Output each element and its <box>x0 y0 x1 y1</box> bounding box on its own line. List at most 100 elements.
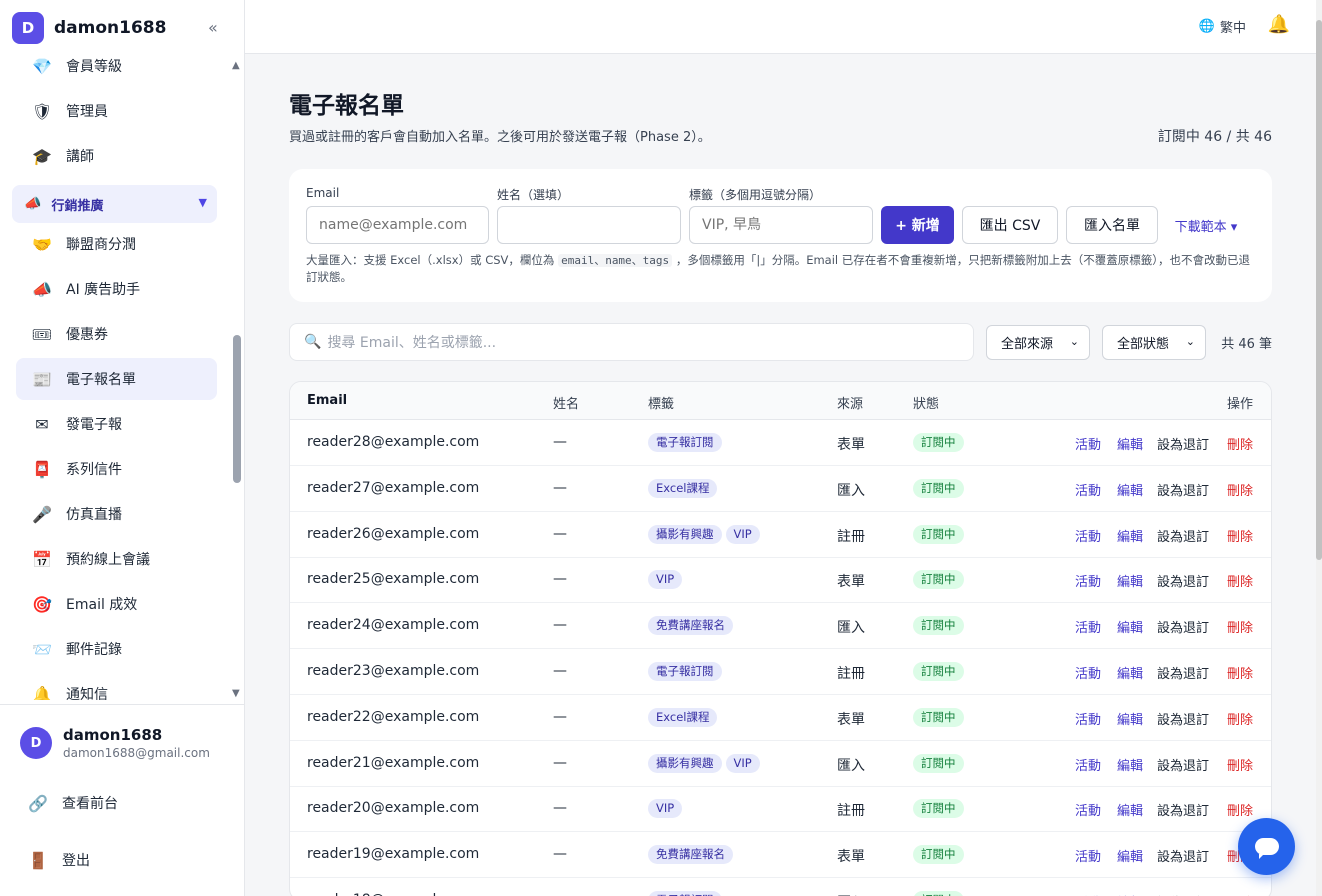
edit-button[interactable]: 編輯 <box>1117 892 1143 896</box>
unsubscribe-button[interactable]: 設為退訂 <box>1157 709 1209 728</box>
delete-button[interactable]: 刪除 <box>1227 800 1253 819</box>
sidebar-item-series-mail[interactable]: 📮 系列信件 <box>16 448 217 490</box>
delete-button[interactable]: 刪除 <box>1227 892 1253 896</box>
avatar[interactable]: D <box>20 727 52 759</box>
scroll-down-icon[interactable]: ▼ <box>232 688 240 699</box>
import-help-text: 大量匯入：支援 Excel（.xlsx）或 CSV，欄位為 email、name… <box>306 252 1251 285</box>
edit-button[interactable]: 編輯 <box>1117 755 1143 774</box>
activity-button[interactable]: 活動 <box>1075 434 1101 453</box>
calendar-icon: 📅 <box>32 549 52 569</box>
sidebar-item-affiliate[interactable]: 🤝 聯盟商分潤 <box>16 223 217 265</box>
sidebar-item-label: 郵件記錄 <box>66 642 122 658</box>
status-filter-select[interactable]: 全部狀態 ⌄ <box>1102 325 1206 360</box>
page-scroll-thumb[interactable] <box>1316 20 1322 560</box>
email-field[interactable] <box>306 206 489 244</box>
unsubscribe-button[interactable]: 設為退訂 <box>1157 846 1209 865</box>
unsubscribe-button[interactable]: 設為退訂 <box>1157 755 1209 774</box>
search-input[interactable]: 🔍 搜尋 Email、姓名或標籤... <box>289 323 974 361</box>
microphone-icon: 🎤 <box>32 504 52 524</box>
unsubscribe-button[interactable]: 設為退訂 <box>1157 617 1209 636</box>
activity-button[interactable]: 活動 <box>1075 755 1101 774</box>
row-status: 訂閱中 <box>913 845 964 865</box>
collapse-sidebar-button[interactable]: « <box>208 18 218 37</box>
edit-button[interactable]: 編輯 <box>1117 526 1143 545</box>
unsubscribe-button[interactable]: 設為退訂 <box>1157 526 1209 545</box>
delete-button[interactable]: 刪除 <box>1227 571 1253 590</box>
unsubscribe-button[interactable]: 設為退訂 <box>1157 892 1209 896</box>
sidebar-item-email-performance[interactable]: 🎯 Email 成效 <box>16 583 217 625</box>
activity-button[interactable]: 活動 <box>1075 846 1101 865</box>
sidebar-item-member-levels[interactable]: 💎 會員等級 <box>16 50 217 87</box>
delete-button[interactable]: 刪除 <box>1227 663 1253 682</box>
sidebar-item-mail-log[interactable]: 📨 郵件記錄 <box>16 628 217 670</box>
unsubscribe-button[interactable]: 設為退訂 <box>1157 480 1209 499</box>
unsubscribe-button[interactable]: 設為退訂 <box>1157 434 1209 453</box>
edit-button[interactable]: 編輯 <box>1117 800 1143 819</box>
chat-button[interactable] <box>1238 818 1295 875</box>
sidebar-item-ai-ads[interactable]: 📣 AI 廣告助手 <box>16 268 217 310</box>
language-switcher[interactable]: 🌐 繁中 <box>1199 17 1246 36</box>
delete-button[interactable]: 刪除 <box>1227 755 1253 774</box>
delete-button[interactable]: 刪除 <box>1227 434 1253 453</box>
view-frontend-link[interactable]: 🔗 查看前台 <box>28 793 118 813</box>
scroll-up-icon[interactable]: ▲ <box>232 60 240 71</box>
sidebar-item-meetings[interactable]: 📅 預約線上會議 <box>16 538 217 580</box>
activity-button[interactable]: 活動 <box>1075 800 1101 819</box>
megaphone-icon: 📣 <box>32 279 52 299</box>
globe-icon: 🌐 <box>1198 19 1215 34</box>
activity-button[interactable]: 活動 <box>1075 663 1101 682</box>
edit-button[interactable]: 編輯 <box>1117 617 1143 636</box>
tags-field[interactable] <box>689 206 873 244</box>
unsubscribe-button[interactable]: 設為退訂 <box>1157 663 1209 682</box>
unsubscribe-button[interactable]: 設為退訂 <box>1157 800 1209 819</box>
delete-button[interactable]: 刪除 <box>1227 709 1253 728</box>
tag-badge: VIP <box>725 524 760 544</box>
delete-button[interactable]: 刪除 <box>1227 617 1253 636</box>
brand[interactable]: D damon1688 <box>12 12 166 44</box>
table-row: reader27@example.com — Excel課程 匯入 訂閱中 活動… <box>290 466 1271 512</box>
add-subscriber-form: Email 姓名（選填） 標籤（多個用逗號分隔） + 新增 匯出 CSV 匯入名… <box>289 169 1272 302</box>
activity-button[interactable]: 活動 <box>1075 480 1101 499</box>
activity-button[interactable]: 活動 <box>1075 571 1101 590</box>
activity-button[interactable]: 活動 <box>1075 617 1101 636</box>
sidebar-item-simulated-live[interactable]: 🎤 仿真直播 <box>16 493 217 535</box>
edit-button[interactable]: 編輯 <box>1117 709 1143 728</box>
logout-link[interactable]: 🚪 登出 <box>28 850 90 870</box>
sidebar-item-admins[interactable]: 🛡 管理員 <box>16 90 217 132</box>
source-filter-select[interactable]: 全部來源 ⌄ <box>986 325 1090 360</box>
sidebar-group-marketing[interactable]: 📣 行銷推廣 ▼ <box>12 185 217 223</box>
activity-button[interactable]: 活動 <box>1075 709 1101 728</box>
activity-button[interactable]: 活動 <box>1075 526 1101 545</box>
download-template-button[interactable]: 下載範本 ▾ <box>1166 206 1246 244</box>
tag-badge: VIP <box>725 753 760 773</box>
delete-button[interactable]: 刪除 <box>1227 526 1253 545</box>
add-button[interactable]: + 新增 <box>881 206 954 244</box>
sidebar-item-notification-mail[interactable]: 🔔 通知信 <box>16 673 217 701</box>
row-tags: 電子報訂閱 <box>648 662 726 681</box>
import-list-button[interactable]: 匯入名單 <box>1066 206 1158 244</box>
edit-button[interactable]: 編輯 <box>1117 663 1143 682</box>
diamond-icon: 💎 <box>32 56 52 76</box>
notification-bell-icon[interactable]: 🔔 <box>1268 14 1290 35</box>
unsubscribe-button[interactable]: 設為退訂 <box>1157 571 1209 590</box>
activity-button[interactable]: 活動 <box>1075 892 1101 896</box>
sidebar-item-instructors[interactable]: 🎓 講師 <box>16 135 217 177</box>
row-source: 註冊 <box>837 666 865 682</box>
sidebar-scroll-thumb[interactable] <box>233 335 241 483</box>
page-scrollbar[interactable] <box>1316 0 1322 896</box>
delete-button[interactable]: 刪除 <box>1227 480 1253 499</box>
name-field[interactable] <box>497 206 681 244</box>
status-badge: 訂閱中 <box>913 524 964 544</box>
sidebar-item-coupons[interactable]: 🎟 優惠券 <box>16 313 217 355</box>
edit-button[interactable]: 編輯 <box>1117 846 1143 865</box>
sidebar-scrollbar[interactable]: ▲ ▼ <box>232 60 242 700</box>
sidebar: D damon1688 « 💎 會員等級 🛡 管理員 🎓 講師 📣 行銷推廣 ▼… <box>0 0 245 896</box>
export-csv-button[interactable]: 匯出 CSV <box>962 206 1058 244</box>
edit-button[interactable]: 編輯 <box>1117 571 1143 590</box>
sidebar-item-send-newsletter[interactable]: ✉ 發電子報 <box>16 403 217 445</box>
shield-icon: 🛡 <box>31 101 53 121</box>
sidebar-item-newsletter-list[interactable]: 📰 電子報名單 <box>16 358 217 400</box>
edit-button[interactable]: 編輯 <box>1117 434 1143 453</box>
edit-button[interactable]: 編輯 <box>1117 480 1143 499</box>
user-email: damon1688@gmail.com <box>63 746 210 760</box>
